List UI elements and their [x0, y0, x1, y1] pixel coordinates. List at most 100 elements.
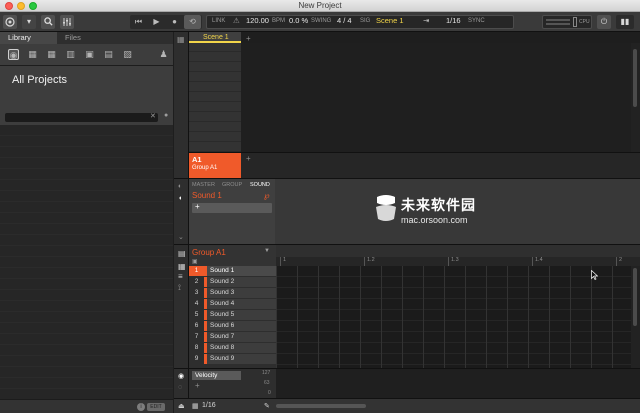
metronome-icon[interactable]: ⚠	[233, 16, 240, 25]
sound-row-3[interactable]: 3 Sound 3	[189, 288, 276, 299]
search-options-icon[interactable]: ●	[164, 112, 168, 119]
add-plugin-icon[interactable]: +	[195, 202, 200, 211]
sound-list: 1 Sound 1 2 Sound 2 3 Sound 3 4 Sound 4 5 Sou…	[189, 266, 276, 368]
ideas-view-icon[interactable]: ▦	[177, 35, 185, 44]
record-button[interactable]: ●	[166, 15, 183, 29]
project-filter-icon[interactable]: ◉	[8, 49, 19, 60]
sync-label[interactable]: SYNC	[468, 18, 485, 24]
sound-row-7[interactable]: 7 Sound 7	[189, 332, 276, 343]
follow-playhead-icon[interactable]: ⟟	[178, 283, 181, 293]
tempo-value[interactable]: 120.00	[246, 16, 269, 25]
arranger-scrollbar[interactable]	[631, 43, 640, 152]
sampler-icon[interactable]: ℘	[264, 191, 270, 200]
watermark-url: mac.orsoon.com	[401, 215, 468, 225]
grid-icon[interactable]: ▦	[192, 402, 199, 410]
keyboard-view-icon[interactable]: ▤	[178, 249, 186, 258]
connect-button[interactable]: ⏻	[597, 15, 611, 29]
sound-name: Sound 6	[207, 321, 276, 331]
group-filter-icon[interactable]: ▦	[27, 49, 38, 60]
follow-icon[interactable]: ⇥	[423, 16, 429, 25]
scene-column	[189, 32, 241, 152]
quantize-value[interactable]: 1/16	[446, 16, 461, 25]
pattern-options-icon[interactable]: ▣	[192, 258, 198, 265]
pattern-scrollbar[interactable]	[631, 266, 640, 368]
user-icon[interactable]: ♟	[158, 49, 169, 60]
swing-value[interactable]: 0.0 %	[289, 16, 308, 25]
restart-button[interactable]: ⏮	[130, 15, 147, 29]
velocity-scale-mid: 63	[264, 380, 270, 386]
sound-row-6[interactable]: 6 Sound 6	[189, 321, 276, 332]
ni-logo-button[interactable]: ▮▮	[616, 15, 634, 29]
pattern-sidebar: ▤ ▦ ≡ ⟟	[174, 244, 189, 368]
watermark-logo-icon	[376, 195, 396, 221]
collapse-icon[interactable]: ⌄	[178, 233, 184, 241]
pattern-group-name[interactable]: Group A1	[192, 248, 226, 257]
tab-files[interactable]: Files	[57, 32, 117, 44]
horizontal-scrollbar[interactable]	[276, 404, 366, 408]
plugin-icon[interactable]: ◖	[178, 195, 182, 202]
step-size-value[interactable]: 1/16	[202, 402, 216, 409]
arranger-area[interactable]	[241, 43, 631, 152]
sound-row-2[interactable]: 2 Sound 2	[189, 277, 276, 288]
scene-1-slot[interactable]: Scene 1	[189, 32, 241, 43]
scene-display[interactable]: Scene 1	[376, 16, 404, 25]
power-icon: ⏻	[600, 17, 608, 26]
clear-search-icon[interactable]: ✕	[150, 112, 156, 120]
add-scene-button[interactable]: +	[246, 34, 251, 43]
effect-filter-icon[interactable]: ▣	[84, 49, 95, 60]
sound-row-5[interactable]: 5 Sound 5	[189, 310, 276, 321]
browser-toggle-button[interactable]	[41, 15, 55, 29]
plugin-parameters: 未来软件园 mac.orsoon.com	[275, 179, 640, 245]
velocity-lane[interactable]	[276, 368, 640, 398]
pattern-header: Group A1 ▼ ▣	[189, 244, 276, 266]
browser-search-input[interactable]	[5, 113, 158, 122]
info-icon[interactable]: i	[137, 403, 145, 411]
ni-logo-icon: ▮▮	[620, 17, 630, 26]
plugin-slot[interactable]: +	[192, 202, 272, 213]
browser-results-list[interactable]	[0, 125, 173, 399]
transport-controls: ⏮ ▶ ● ⟲	[130, 15, 202, 29]
add-group-button[interactable]: +	[246, 154, 251, 163]
velocity-icon[interactable]: ◉	[178, 372, 184, 380]
play-button[interactable]: ▶	[148, 15, 165, 29]
chevron-down-icon[interactable]: ▼	[264, 248, 270, 254]
maschine-logo-button[interactable]	[3, 15, 17, 29]
group-a1-slot[interactable]: A1 Group A1	[189, 153, 241, 178]
sound-name: Sound 1	[207, 266, 276, 276]
watermark-text: 未来软件园	[401, 197, 476, 213]
link-label[interactable]: LINK	[212, 18, 225, 24]
loop-icon: ⟲	[189, 17, 196, 26]
channel-icon[interactable]: ◐	[178, 183, 182, 190]
control-sidebar: ◐ ◖ ⌄	[174, 178, 189, 244]
loop-button[interactable]: ⟲	[184, 15, 201, 29]
sound-row-4[interactable]: 4 Sound 4	[189, 299, 276, 310]
pad-view-icon[interactable]: ▦	[178, 262, 186, 271]
mixer-toggle-button[interactable]	[60, 15, 74, 29]
edit-button[interactable]: EDIT	[147, 403, 165, 411]
list-view-icon[interactable]: ≡	[178, 272, 183, 281]
tab-group[interactable]: GROUP	[222, 182, 242, 188]
velocity-scale-max: 127	[262, 370, 271, 376]
loop-filter-icon[interactable]: ▤	[103, 49, 114, 60]
tab-sound[interactable]: SOUND	[250, 182, 270, 188]
sound-row-1[interactable]: 1 Sound 1	[189, 266, 276, 277]
add-modulation-button[interactable]: +	[195, 381, 200, 390]
automation-icon[interactable]: ◌	[178, 384, 182, 391]
tab-library[interactable]: Library	[0, 32, 57, 44]
velocity-label[interactable]: Velocity	[192, 371, 241, 380]
instrument-filter-icon[interactable]: ▥	[65, 49, 76, 60]
browser-panel: Library Files ◉ ▦ ▦ ▥ ▣ ▤ ▧ ♟ All Projec…	[0, 32, 173, 413]
sound-filter-icon[interactable]: ▦	[46, 49, 57, 60]
sound-name: Sound 4	[207, 299, 276, 309]
eject-icon[interactable]: ⏏	[178, 402, 185, 410]
pencil-icon[interactable]: ✎	[264, 402, 270, 410]
sound-row-8[interactable]: 8 Sound 8	[189, 343, 276, 354]
pattern-grid[interactable]	[276, 266, 631, 368]
menu-dropdown-button[interactable]: ▾	[22, 15, 36, 29]
sound-row-9[interactable]: 9 Sound 9	[189, 354, 276, 365]
maschine-logo-icon	[5, 17, 15, 27]
tab-master[interactable]: MASTER	[192, 182, 215, 188]
signature-value[interactable]: 4 / 4	[337, 16, 352, 25]
sample-filter-icon[interactable]: ▧	[122, 49, 133, 60]
pattern-ruler[interactable]: 1 1.2 1.3 1.4 2	[276, 244, 640, 267]
